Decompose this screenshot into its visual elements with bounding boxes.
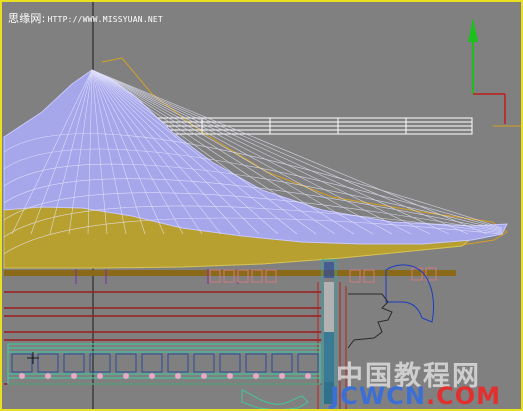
logo-latin-part2: .COM — [425, 382, 501, 410]
logo-latin-part1: JCWCN — [330, 382, 426, 410]
y-axis-arrow-icon — [468, 18, 521, 127]
wireframe-scene[interactable] — [2, 2, 523, 411]
watermark-cn: 思缘网: — [8, 12, 46, 25]
logo-latin: JCWCN.COM — [330, 382, 501, 410]
lattice-railing — [7, 343, 321, 385]
rail-cells — [11, 353, 319, 373]
wood-beams — [4, 291, 322, 385]
watermark-url: HTTP://WWW.MISSYUAN.NET — [47, 15, 163, 24]
beam-profile — [347, 293, 393, 349]
top-watermark: 思缘网: HTTP://WWW.MISSYUAN.NET — [8, 10, 163, 26]
3d-viewport[interactable]: 思缘网: HTTP://WWW.MISSYUAN.NET 中国教程网 JCWCN.… — [0, 0, 523, 411]
base-scroll — [241, 389, 309, 409]
eave-beam — [4, 270, 456, 276]
